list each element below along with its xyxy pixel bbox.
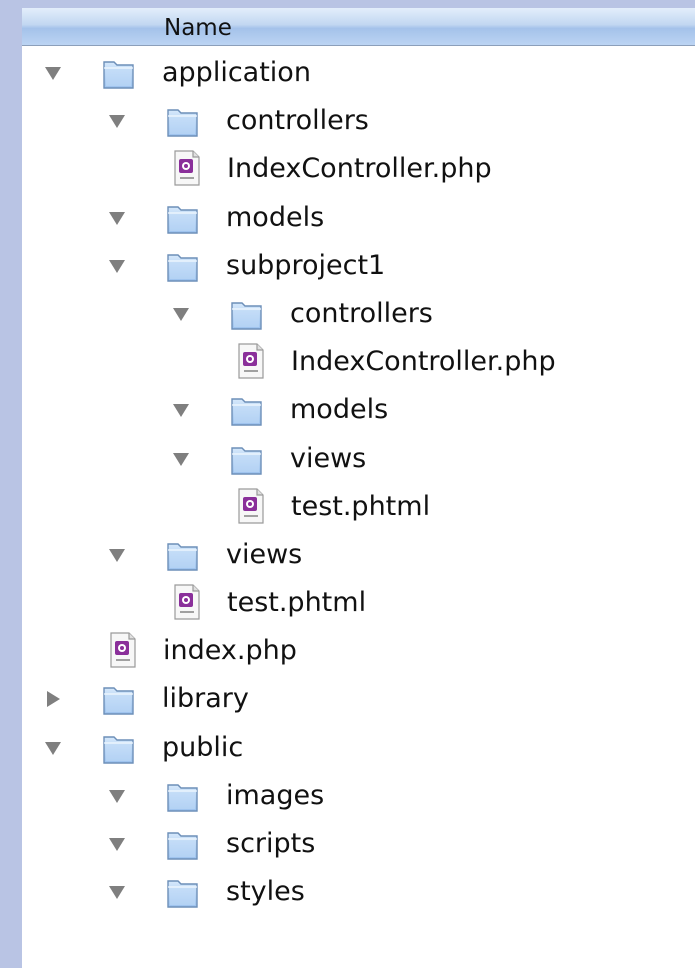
disclosure-triangle-down-icon[interactable] bbox=[108, 787, 126, 805]
folder-icon bbox=[164, 873, 202, 911]
disclosure-triangle-down-icon[interactable] bbox=[172, 450, 190, 468]
tree-row-label: index.php bbox=[163, 635, 297, 667]
disclosure-triangle-down-icon[interactable] bbox=[108, 835, 126, 853]
tree-row-label: views bbox=[226, 538, 303, 570]
disclosure-triangle-down-icon[interactable] bbox=[108, 112, 126, 130]
tree-row-test-phtml[interactable]: test.phtml bbox=[22, 482, 695, 530]
disclosure-triangle-down-icon[interactable] bbox=[108, 546, 126, 564]
php-file-icon bbox=[236, 488, 266, 524]
tree-row-label: models bbox=[226, 201, 325, 233]
folder-icon bbox=[100, 680, 138, 718]
tree-row-library[interactable]: library bbox=[22, 674, 695, 722]
tree-row-label: views bbox=[290, 442, 367, 474]
php-file-icon bbox=[172, 150, 202, 186]
tree-row-label: images bbox=[226, 779, 325, 811]
tree-row-label: scripts bbox=[226, 828, 316, 859]
tree-row-label: library bbox=[162, 683, 249, 715]
tree-row-controllers[interactable]: controllers bbox=[22, 289, 695, 337]
tree-row-label: subproject1 bbox=[226, 249, 386, 281]
disclosure-triangle-down-icon[interactable] bbox=[172, 401, 190, 419]
tree-row-index-php[interactable]: index.php bbox=[22, 626, 695, 674]
disclosure-triangle-right-icon[interactable] bbox=[44, 690, 62, 708]
php-file-icon bbox=[172, 584, 202, 620]
tree-row-label: IndexController.php bbox=[227, 153, 492, 185]
disclosure-triangle-down-icon[interactable] bbox=[108, 209, 126, 227]
tree-row-label: public bbox=[162, 731, 244, 763]
tree-row-scripts[interactable]: scripts bbox=[22, 819, 695, 867]
tree-row-application[interactable]: application bbox=[22, 48, 695, 96]
folder-icon bbox=[100, 54, 138, 92]
tree-row-views[interactable]: views bbox=[22, 530, 695, 578]
php-file-icon bbox=[108, 632, 138, 668]
disclosure-triangle-down-icon[interactable] bbox=[108, 257, 126, 275]
tree-row-views[interactable]: views bbox=[22, 434, 695, 482]
tree-row-label: test.phtml bbox=[227, 587, 367, 619]
folder-icon bbox=[164, 777, 202, 815]
tree-row-label: styles bbox=[226, 876, 305, 908]
folder-icon bbox=[228, 391, 266, 429]
tree-row-label: controllers bbox=[226, 105, 369, 137]
folder-icon bbox=[228, 295, 266, 333]
tree-row-label: IndexController.php bbox=[291, 346, 556, 378]
tree-row-models[interactable]: models bbox=[22, 385, 695, 433]
php-file-icon bbox=[236, 343, 266, 379]
tree-row-label: controllers bbox=[290, 297, 433, 329]
tree-row-subproject1[interactable]: subproject1 bbox=[22, 241, 695, 289]
tree-row-styles[interactable]: styles bbox=[22, 867, 695, 915]
disclosure-triangle-down-icon[interactable] bbox=[44, 64, 62, 82]
tree-row-indexcontroller-php[interactable]: IndexController.php bbox=[22, 337, 695, 385]
tree-row-label: application bbox=[162, 57, 311, 88]
tree-row-label: models bbox=[290, 394, 389, 426]
tree-row-label: test.phtml bbox=[291, 490, 431, 522]
tree-row-public[interactable]: public bbox=[22, 723, 695, 771]
folder-icon bbox=[164, 247, 202, 285]
disclosure-triangle-down-icon[interactable] bbox=[108, 883, 126, 901]
disclosure-triangle-down-icon[interactable] bbox=[172, 305, 190, 323]
folder-icon bbox=[164, 825, 202, 863]
folder-icon bbox=[228, 440, 266, 478]
folder-icon bbox=[100, 729, 138, 767]
disclosure-triangle-down-icon[interactable] bbox=[44, 739, 62, 757]
folder-icon bbox=[164, 536, 202, 574]
tree-row-images[interactable]: images bbox=[22, 771, 695, 819]
folder-icon bbox=[164, 199, 202, 237]
file-tree: application controllers IndexController.ph… bbox=[22, 48, 695, 915]
tree-row-indexcontroller-php[interactable]: IndexController.php bbox=[22, 144, 695, 192]
column-header[interactable]: Name bbox=[22, 8, 695, 46]
tree-row-test-phtml[interactable]: test.phtml bbox=[22, 578, 695, 626]
name-column-header[interactable]: Name bbox=[164, 13, 232, 43]
folder-icon bbox=[164, 102, 202, 140]
file-browser-panel: Name application controllers IndexControll… bbox=[22, 8, 695, 968]
tree-row-models[interactable]: models bbox=[22, 193, 695, 241]
tree-row-controllers[interactable]: controllers bbox=[22, 96, 695, 144]
